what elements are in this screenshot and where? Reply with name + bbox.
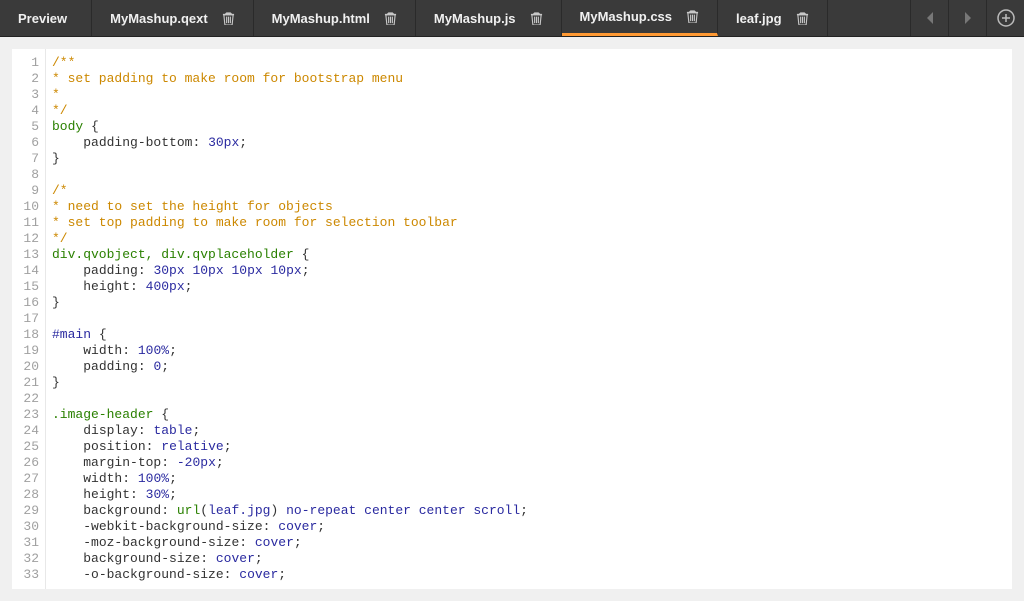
line-number: 23 [12,407,39,423]
code-line[interactable]: div.qvobject, div.qvplaceholder { [52,247,528,263]
line-number: 9 [12,183,39,199]
code-line[interactable] [52,311,528,327]
add-tab-button[interactable] [986,0,1024,36]
code-line[interactable]: background: url(leaf.jpg) no-repeat cent… [52,503,528,519]
tab-file[interactable]: MyMashup.css [562,0,718,36]
line-number: 12 [12,231,39,247]
code-line[interactable]: height: 30%; [52,487,528,503]
code-line[interactable]: /** [52,55,528,71]
plus-icon [997,9,1015,27]
tab-file[interactable]: MyMashup.html [254,0,416,36]
line-number: 6 [12,135,39,151]
line-number: 16 [12,295,39,311]
code-line[interactable]: * set padding to make room for bootstrap… [52,71,528,87]
code-line[interactable]: position: relative; [52,439,528,455]
code-line[interactable]: */ [52,231,528,247]
code-line[interactable]: #main { [52,327,528,343]
line-number: 30 [12,519,39,535]
tab-label: MyMashup.html [272,11,370,26]
line-number: 14 [12,263,39,279]
editor-container: 1234567891011121314151617181920212223242… [0,37,1024,601]
line-number: 19 [12,343,39,359]
nav-next-button[interactable] [948,0,986,36]
line-number: 8 [12,167,39,183]
code-content[interactable]: /*** set padding to make room for bootst… [46,49,528,589]
code-line[interactable]: display: table; [52,423,528,439]
code-line[interactable]: .image-header { [52,407,528,423]
line-number: 15 [12,279,39,295]
line-number: 5 [12,119,39,135]
tab-label: MyMashup.qext [110,11,208,26]
code-line[interactable]: width: 100%; [52,343,528,359]
code-line[interactable]: -webkit-background-size: cover; [52,519,528,535]
code-line[interactable]: padding-bottom: 30px; [52,135,528,151]
tab-preview[interactable]: Preview [0,0,92,36]
trash-icon[interactable] [530,12,543,25]
line-number: 3 [12,87,39,103]
code-line[interactable]: /* [52,183,528,199]
line-number: 10 [12,199,39,215]
line-number: 18 [12,327,39,343]
line-number: 31 [12,535,39,551]
line-number: 29 [12,503,39,519]
code-line[interactable] [52,167,528,183]
trash-icon[interactable] [222,12,235,25]
code-line[interactable]: body { [52,119,528,135]
code-line[interactable]: padding: 0; [52,359,528,375]
code-line[interactable]: background-size: cover; [52,551,528,567]
tab-file[interactable]: leaf.jpg [718,0,828,36]
code-line[interactable]: -o-background-size: cover; [52,567,528,583]
tab-file[interactable]: MyMashup.qext [92,0,254,36]
line-number: 32 [12,551,39,567]
tab-label: Preview [18,11,67,26]
line-number: 33 [12,567,39,583]
line-number: 11 [12,215,39,231]
line-number-gutter: 1234567891011121314151617181920212223242… [12,49,46,589]
trash-icon[interactable] [384,12,397,25]
trash-icon[interactable] [686,10,699,23]
line-number: 1 [12,55,39,71]
nav-prev-button[interactable] [910,0,948,36]
line-number: 7 [12,151,39,167]
line-number: 27 [12,471,39,487]
tab-label: MyMashup.js [434,11,516,26]
code-line[interactable]: * set top padding to make room for selec… [52,215,528,231]
tab-label: MyMashup.css [580,9,672,24]
tab-bar: Preview MyMashup.qext MyMashup.html MyMash… [0,0,1024,37]
code-line[interactable]: padding: 30px 10px 10px 10px; [52,263,528,279]
code-line[interactable]: width: 100%; [52,471,528,487]
code-line[interactable]: } [52,375,528,391]
line-number: 24 [12,423,39,439]
line-number: 28 [12,487,39,503]
code-line[interactable]: -moz-background-size: cover; [52,535,528,551]
chevron-right-icon [963,11,973,25]
line-number: 26 [12,455,39,471]
code-line[interactable]: } [52,151,528,167]
line-number: 20 [12,359,39,375]
tab-bar-right [910,0,1024,36]
chevron-left-icon [925,11,935,25]
code-line[interactable]: margin-top: -20px; [52,455,528,471]
code-editor[interactable]: 1234567891011121314151617181920212223242… [12,49,1012,589]
code-line[interactable]: */ [52,103,528,119]
code-line[interactable]: height: 400px; [52,279,528,295]
line-number: 13 [12,247,39,263]
code-line[interactable] [52,391,528,407]
tab-label: leaf.jpg [736,11,782,26]
line-number: 4 [12,103,39,119]
line-number: 21 [12,375,39,391]
trash-icon[interactable] [796,12,809,25]
line-number: 17 [12,311,39,327]
code-line[interactable]: * [52,87,528,103]
line-number: 2 [12,71,39,87]
code-line[interactable]: } [52,295,528,311]
tab-file[interactable]: MyMashup.js [416,0,562,36]
code-line[interactable]: * need to set the height for objects [52,199,528,215]
line-number: 25 [12,439,39,455]
line-number: 22 [12,391,39,407]
